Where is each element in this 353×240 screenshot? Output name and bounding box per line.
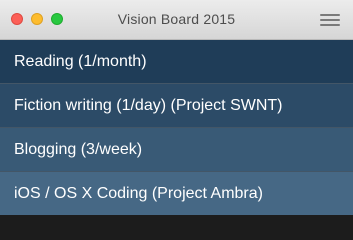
list-item[interactable]: Fiction writing (1/day) (Project SWNT): [0, 84, 353, 127]
list-item[interactable]: Blogging (3/week): [0, 128, 353, 171]
list-item-label: Fiction writing (1/day) (Project SWNT): [14, 97, 283, 114]
title-bar[interactable]: Vision Board 2015: [0, 0, 353, 40]
list-item[interactable]: Reading (1/month): [0, 40, 353, 83]
window-title: Vision Board 2015: [117, 11, 236, 27]
list-item-label: Reading (1/month): [14, 53, 147, 70]
menu-bar-line: [320, 14, 340, 16]
menu-bar-line: [320, 19, 340, 21]
list-item-label: iOS / OS X Coding (Project Ambra): [14, 185, 263, 202]
menu-bar-line: [320, 24, 340, 26]
hamburger-menu-icon[interactable]: [320, 12, 340, 28]
list-item-label: Blogging (3/week): [14, 141, 143, 158]
list-item[interactable]: iOS / OS X Coding (Project Ambra): [0, 172, 353, 215]
app-window: Vision Board 2015 Reading (1/month) Fict…: [0, 0, 353, 240]
